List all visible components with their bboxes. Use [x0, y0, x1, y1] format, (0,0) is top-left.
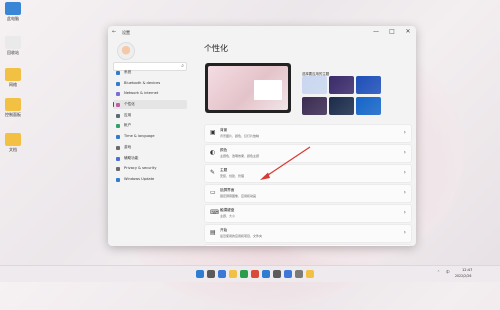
sidebar-item[interactable]: 个性化 — [113, 100, 187, 109]
desktop-icon-glyph — [5, 133, 21, 146]
taskbar-app-icon[interactable] — [229, 270, 237, 278]
sidebar-item-icon — [116, 156, 120, 161]
taskbar-app-icon[interactable] — [284, 270, 292, 278]
sidebar-item[interactable]: Privacy & security — [113, 164, 187, 173]
minimize-button[interactable]: — — [370, 28, 382, 35]
input-language[interactable]: 中 — [446, 270, 450, 275]
taskbar-app-icon[interactable] — [273, 270, 281, 278]
sidebar-item-icon — [116, 91, 120, 96]
sidebar-item[interactable]: 游戏 — [113, 143, 187, 152]
tray-overflow-icon[interactable]: ⌃ — [437, 270, 440, 274]
sidebar-item-icon — [116, 113, 120, 118]
desktop-icon-glyph — [5, 98, 21, 111]
sidebar-item[interactable]: 帐户 — [113, 121, 187, 130]
sidebar-item-label: Network & internet — [124, 91, 159, 95]
desktop-icon-label: 此电脑 — [7, 16, 19, 21]
sidebar-item[interactable]: 辅助功能 — [113, 154, 187, 163]
desktop-icon-glyph — [5, 2, 21, 15]
desktop-icon-label: 网络 — [9, 82, 17, 87]
window-title: 设置 — [122, 30, 130, 35]
taskbar-app-icon[interactable] — [240, 270, 248, 278]
sidebar-item[interactable]: Bluetooth & devices — [113, 79, 187, 88]
sidebar-item-icon — [116, 166, 120, 171]
taskbar-app-icon[interactable] — [251, 270, 259, 278]
sidebar-item-label: 系统 — [124, 70, 132, 74]
sidebar-item-icon — [116, 145, 120, 150]
sidebar-item-icon — [116, 81, 120, 86]
desktop-icon[interactable]: 回收站 — [2, 36, 24, 55]
sidebar: ⌕ 系统 Bluetooth & devices Network & interne… — [111, 40, 189, 246]
desktop-icon-label: 文档 — [9, 147, 17, 152]
clock-time[interactable]: 12:47 — [462, 268, 472, 272]
clock-date[interactable]: 2022/2/26 — [455, 274, 471, 278]
desktop-icon-label: 回收站 — [7, 50, 19, 55]
annotation-arrow — [260, 146, 311, 180]
main-content: 个性化 选择要应用的主题 ▣ 背景 背景图片、颜色、幻灯片放映 › ◐ 颜色 主题色、透明效… — [192, 40, 414, 246]
taskbar-app-icon[interactable] — [306, 270, 314, 278]
sidebar-item-icon — [116, 70, 120, 75]
desktop-icon[interactable]: 网络 — [2, 68, 24, 87]
sidebar-item-icon — [116, 102, 120, 107]
sidebar-item-label: 游戏 — [124, 145, 132, 149]
sidebar-item[interactable]: 应用 — [113, 111, 187, 120]
taskbar-app-icon[interactable] — [207, 270, 215, 278]
desktop-icon-glyph — [5, 68, 21, 81]
maximize-button[interactable]: □ — [386, 28, 398, 35]
sidebar-item[interactable]: 系统 — [113, 68, 187, 77]
taskbar-app-icon[interactable] — [196, 270, 204, 278]
sidebar-item-label: Privacy & security — [124, 166, 157, 170]
settings-window: ← 设置 — □ ✕ ⌕ 系统 Bluetooth & devices Networ… — [108, 26, 416, 246]
avatar[interactable] — [117, 42, 135, 60]
sidebar-item-label: Windows Update — [124, 177, 155, 181]
taskbar-app-icon[interactable] — [218, 270, 226, 278]
close-button[interactable]: ✕ — [402, 28, 414, 35]
sidebar-item[interactable]: Windows Update — [113, 175, 187, 184]
sidebar-item-icon — [116, 177, 120, 182]
back-button[interactable]: ← — [112, 29, 116, 35]
taskbar-app-icon[interactable] — [262, 270, 270, 278]
desktop-icon[interactable]: 此电脑 — [2, 2, 24, 21]
sidebar-item-icon — [116, 123, 120, 128]
sidebar-item-label: 帐户 — [124, 123, 132, 127]
sidebar-item[interactable]: Network & internet — [113, 89, 187, 98]
sidebar-item-icon — [116, 134, 120, 139]
desktop-icon-label: 控制面板 — [5, 112, 21, 117]
sidebar-item-label: Time & language — [124, 134, 155, 138]
taskbar: ⌃ 中 12:47 2022/2/26 — [0, 265, 500, 282]
sidebar-item[interactable]: Time & language — [113, 132, 187, 141]
desktop-icon[interactable]: 文档 — [2, 133, 24, 152]
sidebar-item-label: 应用 — [124, 113, 132, 117]
desktop-icon[interactable]: 控制面板 — [2, 98, 24, 117]
title-bar: ← 设置 — □ ✕ — [108, 26, 416, 40]
sidebar-item-label: 个性化 — [124, 102, 135, 106]
desktop-icon-glyph — [5, 36, 21, 49]
sidebar-item-label: Bluetooth & devices — [124, 81, 161, 85]
taskbar-app-icon[interactable] — [295, 270, 303, 278]
sidebar-item-label: 辅助功能 — [124, 156, 139, 160]
